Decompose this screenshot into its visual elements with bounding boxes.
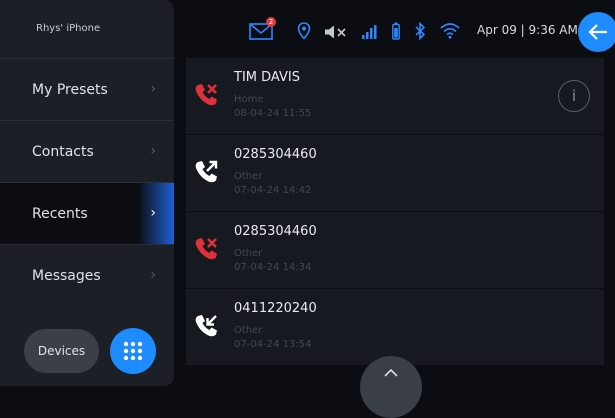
caller-name: TIM DAVIS	[234, 70, 300, 85]
caller-name: 0411220240	[234, 301, 317, 316]
missed-call-icon	[195, 238, 217, 260]
sidebar-item-messages[interactable]: Messages ›	[0, 244, 174, 306]
number-type: Other	[234, 248, 263, 259]
missed-call-icon	[195, 84, 217, 106]
status-datetime: Apr 09 | 9:36 AM	[477, 23, 578, 37]
sidebar-item-contacts[interactable]: Contacts ›	[0, 120, 174, 182]
scroll-up-button[interactable]	[360, 356, 422, 418]
chevron-up-icon	[384, 368, 398, 377]
sidebar-menu: My Presets › Contacts › Recents › Messag…	[0, 58, 174, 306]
location-icon	[297, 22, 311, 40]
call-timestamp: 07-04-24 13:54	[234, 339, 312, 350]
sidebar-item-label: My Presets	[32, 81, 108, 98]
sidebar-item-label: Messages	[32, 267, 101, 284]
sidebar-item-recents[interactable]: Recents ›	[0, 182, 174, 244]
message-count-badge: 2	[266, 17, 276, 27]
chevron-right-icon: ›	[150, 81, 156, 97]
number-type: Home	[234, 94, 264, 105]
info-button[interactable]: i	[558, 80, 590, 112]
keypad-icon	[123, 341, 143, 361]
recent-call-row[interactable]: 0285304460 Other 07-04-24 14:34	[186, 212, 604, 288]
outgoing-call-icon	[195, 160, 218, 183]
wifi-icon	[440, 23, 460, 39]
keypad-button[interactable]	[110, 328, 156, 374]
sidebar-item-my-presets[interactable]: My Presets ›	[0, 58, 174, 120]
chevron-right-icon: ›	[150, 143, 156, 159]
battery-icon	[392, 22, 400, 40]
back-arrow-icon	[588, 24, 607, 40]
device-name: Rhys' iPhone	[36, 23, 101, 34]
sidebar-item-label: Recents	[32, 205, 88, 222]
number-type: Other	[234, 171, 263, 182]
call-timestamp: 08-04-24 11:55	[234, 108, 312, 119]
bluetooth-icon	[415, 22, 426, 40]
recent-call-row[interactable]: 0411220240 Other 07-04-24 13:54	[186, 289, 604, 365]
incoming-call-icon	[195, 315, 217, 337]
devices-button[interactable]: Devices	[24, 329, 99, 373]
chevron-right-icon: ›	[150, 205, 156, 221]
number-type: Other	[234, 325, 263, 336]
call-timestamp: 07-04-24 14:34	[234, 262, 312, 273]
call-timestamp: 07-04-24 14:42	[234, 185, 312, 196]
info-icon: i	[571, 87, 577, 105]
recent-call-row[interactable]: 0285304460 Other 07-04-24 14:42	[186, 135, 604, 211]
caller-name: 0285304460	[234, 224, 317, 239]
recent-call-row[interactable]: TIM DAVIS Home 08-04-24 11:55 i	[186, 58, 604, 134]
chevron-right-icon: ›	[150, 267, 156, 283]
signal-icon	[362, 25, 377, 39]
caller-name: 0285304460	[234, 147, 317, 162]
mute-icon	[325, 25, 346, 39]
sidebar: Rhys' iPhone My Presets › Contacts › Rec…	[0, 0, 174, 386]
sidebar-item-label: Contacts	[32, 143, 94, 160]
back-button[interactable]	[578, 12, 615, 52]
